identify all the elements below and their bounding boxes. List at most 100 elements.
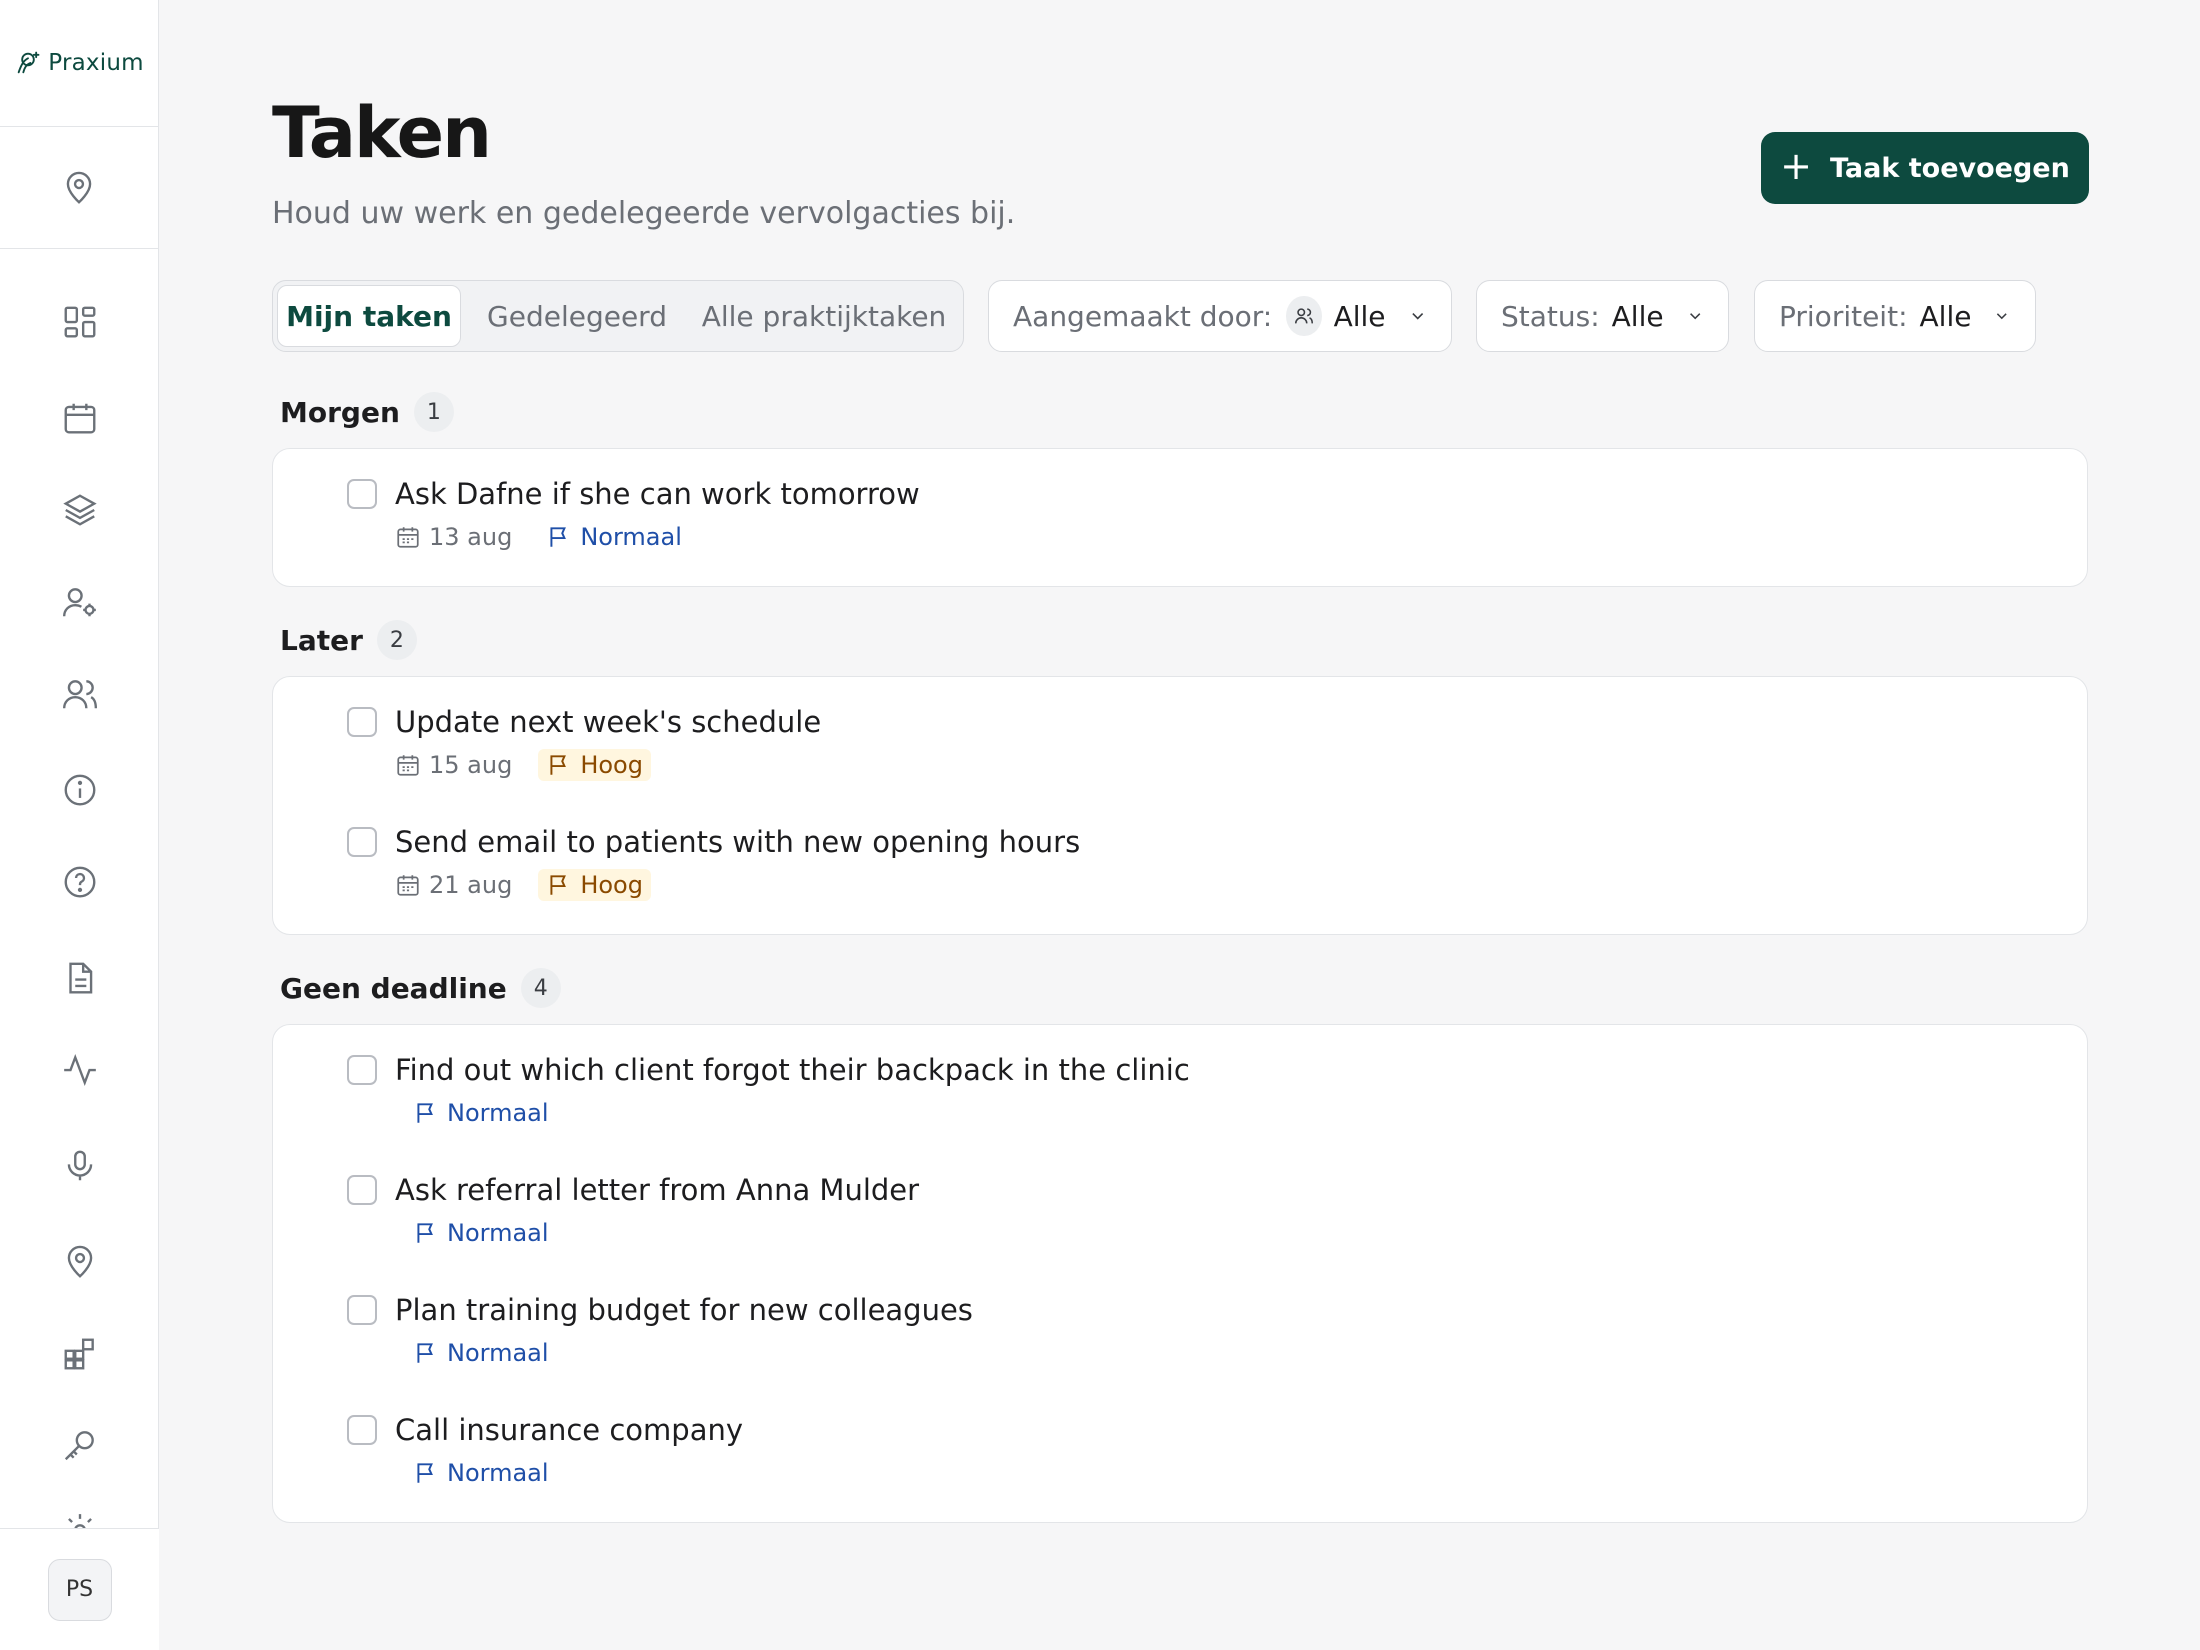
task-checkbox[interactable] [347, 1175, 377, 1205]
priority-text: Normaal [447, 1339, 549, 1367]
group-label: Morgen [280, 395, 400, 429]
praxium-logo-icon [18, 51, 40, 74]
priority-badge: Normaal [538, 521, 690, 553]
add-task-label: Taak toevoegen [1830, 152, 2070, 184]
location-switcher[interactable] [0, 127, 158, 249]
flag-icon [417, 1463, 433, 1483]
nav-dashboard[interactable] [0, 287, 159, 357]
task-title[interactable]: Update next week's schedule [395, 705, 821, 739]
add-task-button[interactable]: + Taak toevoegen [1761, 132, 2089, 204]
task-meta: Normaal [405, 1457, 557, 1489]
group-header-no-deadline: Geen deadline 4 [280, 968, 561, 1008]
nav-help[interactable] [0, 847, 159, 917]
page-title: Taken [272, 92, 492, 174]
task-checkbox[interactable] [347, 479, 377, 509]
sidebar-nav [0, 250, 159, 1528]
task-checkbox[interactable] [347, 1295, 377, 1325]
task-title[interactable]: Call insurance company [395, 1413, 743, 1447]
filter-priority[interactable]: Prioriteit: Alle [1754, 280, 2036, 352]
task-title[interactable]: Send email to patients with new opening … [395, 825, 1080, 859]
chevron-down-icon [1689, 313, 1700, 320]
task-checkbox[interactable] [347, 827, 377, 857]
task-card-no-deadline: Find out which client forgot their backp… [272, 1024, 2088, 1523]
nav-info[interactable] [0, 755, 159, 825]
task-card-tomorrow: Ask Dafne if she can work tomorrow 13 au… [272, 448, 2088, 587]
task-meta: 21 aug Hoog [395, 869, 651, 901]
task-title[interactable]: Ask Dafne if she can work tomorrow [395, 477, 920, 511]
widgets-icon [64, 1338, 94, 1370]
nav-layers[interactable] [0, 475, 159, 545]
calendar-icon [397, 875, 419, 896]
priority-text: Normaal [447, 1459, 549, 1487]
nav-user-settings[interactable] [0, 567, 159, 637]
filter-priority-value: Alle [1919, 299, 1972, 333]
filter-created-by-value: Alle [1333, 299, 1386, 333]
task-due-date: 13 aug [395, 523, 512, 551]
task-checkbox[interactable] [347, 1055, 377, 1085]
location-icon [67, 1245, 92, 1278]
nav-activity[interactable] [0, 1035, 159, 1105]
nav-widgets[interactable] [0, 1319, 159, 1389]
location-icon [66, 171, 92, 204]
task-checkbox[interactable] [347, 1415, 377, 1445]
document-icon [68, 962, 92, 994]
dashboard-icon [64, 306, 95, 338]
group-count-badge: 4 [520, 968, 561, 1008]
filter-priority-label: Prioriteit: [1779, 299, 1908, 333]
task-card-later: Update next week's schedule 15 aug Hoog … [272, 676, 2088, 935]
user-avatar[interactable]: PS [47, 1558, 112, 1621]
priority-text: Normaal [580, 523, 682, 551]
task-due-date: 21 aug [395, 871, 512, 899]
tab-all-practice-tasks[interactable]: Alle praktijktaken [693, 285, 955, 347]
priority-badge: Hoog [538, 869, 651, 901]
users-icon [62, 680, 97, 709]
nav-calendar[interactable] [0, 383, 159, 453]
flag-icon [417, 1103, 433, 1123]
priority-badge: Normaal [405, 1457, 557, 1489]
flag-icon [417, 1343, 433, 1363]
nav-microphone[interactable] [0, 1131, 159, 1201]
settings-icon [67, 1514, 92, 1528]
sidebar: Praxium PS [0, 0, 159, 1650]
group-header-later: Later 2 [280, 620, 417, 660]
task-meta: Normaal [405, 1097, 557, 1129]
brand-name: Praxium [48, 50, 144, 76]
task-title[interactable]: Ask referral letter from Anna Mulder [395, 1173, 919, 1207]
task-checkbox[interactable] [347, 707, 377, 737]
calendar-icon [397, 755, 419, 776]
filter-status-value: Alle [1611, 299, 1664, 333]
calendar-icon [397, 527, 419, 548]
task-scope-tabs: Mijn taken Gedelegeerd Alle praktijktake… [272, 280, 964, 352]
brand[interactable]: Praxium [0, 0, 158, 127]
group-count-badge: 1 [413, 392, 454, 432]
priority-badge: Normaal [405, 1337, 557, 1369]
activity-icon [63, 1053, 96, 1087]
nav-settings[interactable] [0, 1495, 159, 1528]
group-count-badge: 2 [376, 620, 417, 660]
sidebar-footer: PS [0, 1528, 159, 1650]
task-meta: Normaal [405, 1217, 557, 1249]
info-icon [64, 774, 95, 806]
priority-text: Normaal [447, 1099, 549, 1127]
page-subtitle: Houd uw werk en gedelegeerde vervolgacti… [272, 196, 1016, 231]
calendar-icon [64, 403, 95, 434]
tab-delegated[interactable]: Gedelegeerd [461, 285, 693, 347]
priority-text: Normaal [447, 1219, 549, 1247]
priority-text: Hoog [580, 871, 643, 899]
nav-documents[interactable] [0, 943, 159, 1013]
task-title[interactable]: Find out which client forgot their backp… [395, 1053, 1190, 1087]
user-settings-icon [62, 588, 96, 617]
nav-keys[interactable] [0, 1410, 159, 1480]
priority-badge: Hoog [538, 749, 651, 781]
filter-status[interactable]: Status: Alle [1476, 280, 1729, 352]
flag-icon [417, 1223, 433, 1243]
nav-locations[interactable] [0, 1227, 159, 1297]
nav-users[interactable] [0, 659, 159, 729]
priority-badge: Normaal [405, 1097, 557, 1129]
tab-my-tasks[interactable]: Mijn taken [277, 285, 461, 347]
chevron-down-icon [1411, 312, 1423, 320]
task-title[interactable]: Plan training budget for new colleagues [395, 1293, 973, 1327]
priority-text: Hoog [580, 751, 643, 779]
flag-icon [550, 875, 567, 895]
filter-created-by[interactable]: Aangemaakt door: Alle [988, 280, 1452, 352]
